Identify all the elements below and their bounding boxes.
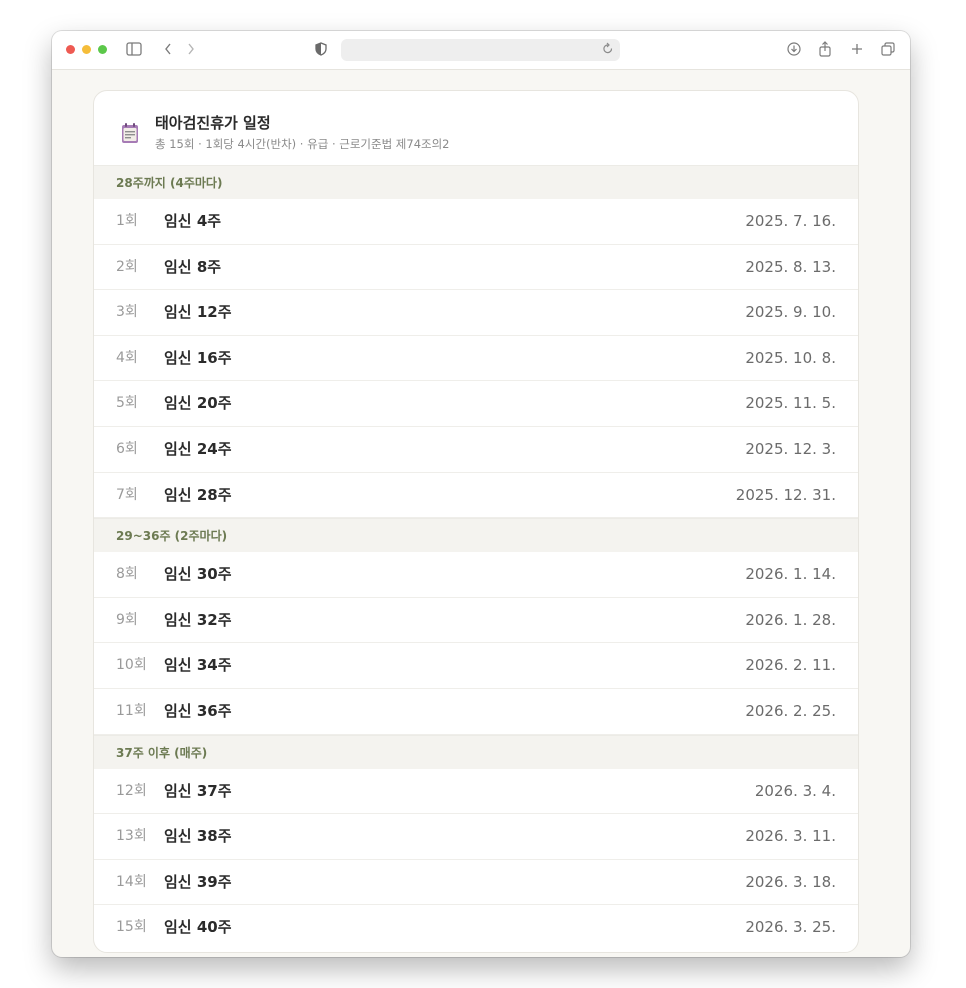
download-icon[interactable] [784,39,804,59]
visit-number: 15회 [116,919,147,936]
back-icon[interactable] [158,39,178,59]
list-item: 4회 임신 16주 2025. 10. 8. [94,336,858,382]
list-item: 14회 임신 39주 2026. 3. 18. [94,860,858,906]
visit-date: 2026. 3. 18. [745,872,836,891]
list-item: 1회 임신 4주 2025. 7. 16. [94,199,858,245]
pregnancy-week: 임신 36주 [164,701,232,720]
visit-number: 8회 [116,566,138,583]
page-title: 태아검진휴가 일정 [155,114,271,132]
visit-date: 2026. 1. 28. [745,610,836,629]
reload-icon[interactable] [602,41,614,60]
visit-date: 2025. 7. 16. [745,212,836,230]
list-item: 9회 임신 32주 2026. 1. 28. [94,598,858,644]
share-icon[interactable] [815,39,835,59]
tabs-overview-icon[interactable] [878,39,898,59]
pregnancy-week: 임신 34주 [164,656,232,675]
visit-number: 2회 [116,258,138,275]
pregnancy-week: 임신 24주 [164,439,232,458]
browser-toolbar [52,31,910,70]
list-item: 10회 임신 34주 2026. 2. 11. [94,643,858,689]
list-item: 8회 임신 30주 2026. 1. 14. [94,552,858,598]
pregnancy-week: 임신 39주 [164,872,232,891]
pregnancy-week: 임신 8주 [164,257,222,276]
forward-icon[interactable] [181,39,201,59]
pregnancy-week: 임신 12주 [164,303,232,322]
list-item: 12회 임신 37주 2026. 3. 4. [94,769,858,815]
list-item: 11회 임신 36주 2026. 2. 25. [94,689,858,735]
pregnancy-week: 임신 32주 [164,610,232,629]
list-item: 5회 임신 20주 2025. 11. 5. [94,381,858,427]
close-window-button[interactable] [66,45,75,54]
list-item: 7회 임신 28주 2025. 12. 31. [94,473,858,519]
calendar-icon [121,122,139,144]
pregnancy-week: 임신 30주 [164,565,232,584]
pregnancy-week: 임신 16주 [164,348,232,367]
section-header: 37주 이후 (매주) [94,734,858,769]
list-item: 2회 임신 8주 2025. 8. 13. [94,245,858,291]
visit-date: 2026. 1. 14. [745,565,836,584]
pregnancy-week: 임신 40주 [164,918,232,937]
visit-number: 3회 [116,304,138,321]
visit-date: 2025. 9. 10. [745,303,836,322]
page-subtitle: 총 15회 · 1회당 4시간(반차) · 유급 · 근로기준법 제74조의2 [155,137,450,151]
pregnancy-week: 임신 28주 [164,485,232,504]
minimize-window-button[interactable] [82,45,91,54]
new-tab-icon[interactable] [847,39,867,59]
visit-date: 2026. 3. 25. [745,918,836,937]
visit-number: 14회 [116,873,147,890]
visit-date: 2025. 11. 5. [745,394,836,413]
visit-number: 4회 [116,349,138,366]
browser-window: 태아검진휴가 일정 총 15회 · 1회당 4시간(반차) · 유급 · 근로기… [52,31,910,957]
visit-number: 10회 [116,657,147,674]
visit-number: 6회 [116,440,138,457]
visit-date: 2025. 10. 8. [745,348,836,367]
visit-number: 11회 [116,702,147,719]
shield-icon[interactable] [311,39,331,59]
pregnancy-week: 임신 37주 [164,781,232,800]
visit-date: 2025. 8. 13. [745,257,836,276]
list-item: 15회 임신 40주 2026. 3. 25. [94,905,858,951]
visit-number: 9회 [116,611,138,628]
schedule-list: 28주까지 (4주마다) 1회 임신 4주 2025. 7. 16. 2회 임신 8주… [94,165,858,951]
sidebar-icon[interactable] [124,39,144,59]
visit-date: 2026. 2. 11. [745,656,836,675]
section-header: 29~36주 (2주마다) [94,518,858,553]
pregnancy-week: 임신 38주 [164,827,232,846]
pregnancy-week: 임신 20주 [164,394,232,413]
list-item: 3회 임신 12주 2025. 9. 10. [94,290,858,336]
visit-date: 2026. 3. 4. [754,781,836,800]
visit-date: 2026. 3. 11. [745,827,836,846]
list-item: 13회 임신 38주 2026. 3. 11. [94,814,858,860]
visit-number: 1회 [116,213,138,229]
section-header: 28주까지 (4주마다) [94,165,858,199]
visit-date: 2025. 12. 31. [735,485,836,504]
card-header: 태아검진휴가 일정 총 15회 · 1회당 4시간(반차) · 유급 · 근로기… [94,91,858,165]
schedule-card: 태아검진휴가 일정 총 15회 · 1회당 4시간(반차) · 유급 · 근로기… [93,90,859,953]
list-item: 6회 임신 24주 2025. 12. 3. [94,427,858,473]
address-bar[interactable] [341,39,620,61]
visit-date: 2025. 12. 3. [745,439,836,458]
zoom-window-button[interactable] [98,45,107,54]
pregnancy-week: 임신 4주 [164,212,222,230]
visit-date: 2026. 2. 25. [745,701,836,720]
visit-number: 7회 [116,486,138,503]
visit-number: 12회 [116,782,147,799]
visit-number: 5회 [116,395,138,412]
visit-number: 13회 [116,828,147,845]
